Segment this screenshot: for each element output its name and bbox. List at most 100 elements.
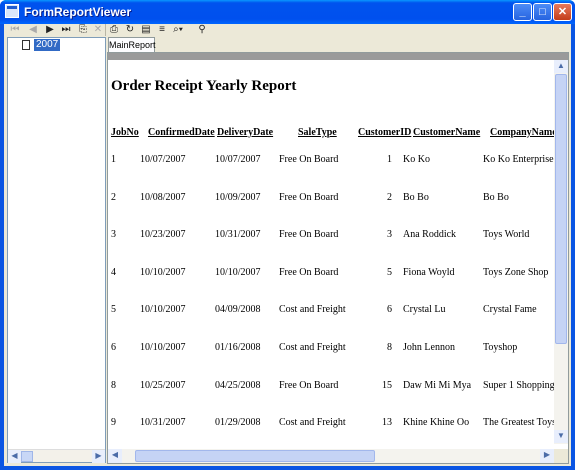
report-frame: Order Receipt Yearly Report JobNo Confir… [107,52,569,464]
cell-jobno: 6 [111,342,116,353]
cell-deliverydate: 10/31/2007 [215,229,261,241]
tree-scroll-thumb[interactable] [21,451,33,462]
toolbar-separator [105,24,106,36]
cell-customername: Bo Bo [403,191,429,203]
cell-customername: Ko Ko [403,154,430,165]
cell-saletype: Cost and Freight [279,417,346,429]
cell-customername: Khine Khine Oo [403,417,470,429]
column-header-jobno: JobNo [111,127,139,138]
cell-companyname: Toys Zone Shop [483,266,549,278]
document-icon [22,40,30,50]
cell-customerid: 5 [387,266,392,278]
cell-customerid: 13 [382,417,392,429]
cell-jobno: 2 [111,191,116,203]
cell-deliverydate: 10/10/2007 [215,266,261,278]
column-header-saletype: SaleType [298,127,337,138]
scroll-left-icon[interactable]: ◀ [8,450,21,463]
cell-customerid: 3 [387,229,392,241]
column-header-customername: CustomerName [413,127,481,138]
column-header-deliverydate: DeliveryDate [217,127,274,138]
report-horizontal-scrollbar[interactable]: ◀ ▶ [108,449,554,463]
cell-jobno: 8 [111,379,116,391]
print-layout-icon[interactable]: ▤ [139,24,153,36]
cell-saletype: Cost and Freight [279,342,346,353]
cell-deliverydate: 04/25/2008 [215,379,261,391]
cell-jobno: 3 [111,229,116,241]
cell-saletype: Cost and Freight [279,304,346,316]
close-button[interactable]: ✕ [553,3,572,21]
zoom-icon[interactable]: ⌕▾ [171,24,185,36]
cell-saletype: Free On Board [279,379,339,391]
cell-customerid: 15 [382,379,392,391]
toolbar: ⏮ ◀ ▶ ⏭ ⎘ ✕ ⎙ ↻ ▤ ≡ ⌕▾ ⚲ [4,24,571,36]
column-header-companyname: CompanyName [490,127,554,138]
cell-customerid: 6 [387,304,392,316]
scroll-down-icon[interactable]: ▼ [554,430,568,443]
cell-deliverydate: 01/29/2008 [215,417,261,429]
cell-jobno: 4 [111,266,116,278]
cell-confirmeddate: 10/25/2007 [140,379,186,391]
previous-page-icon[interactable]: ◀ [26,24,40,36]
scroll-left-icon[interactable]: ◀ [108,449,122,463]
last-page-icon[interactable]: ⏭ [59,24,73,36]
next-page-icon[interactable]: ▶ [43,24,57,36]
cell-jobno: 9 [111,417,116,429]
scroll-right-icon[interactable]: ▶ [92,450,105,463]
cell-companyname: Toys World [483,229,530,241]
cell-customername: Ana Roddick [403,229,457,241]
cell-jobno: 5 [111,304,116,316]
cell-customername: John Lennon [403,342,455,353]
tree-item-label: 2007 [34,39,61,51]
column-header-confirmeddate: ConfirmedDate [148,127,215,138]
report-title: Order Receipt Yearly Report [111,78,297,94]
cell-confirmeddate: 10/23/2007 [140,229,186,241]
cell-saletype: Free On Board [279,154,339,165]
window-frame: FormReportViewer _ □ ✕ ⏮ ◀ ▶ ⏭ ⎘ ✕ ⎙ ↻ ▤… [0,0,575,470]
window-title: FormReportViewer [24,5,132,19]
report-header-bar [108,53,568,60]
cell-confirmeddate: 10/10/2007 [140,304,186,316]
scroll-up-icon[interactable]: ▲ [554,60,568,73]
first-page-icon[interactable]: ⏮ [8,24,22,36]
cell-confirmeddate: 10/08/2007 [140,191,186,203]
group-tree-pane[interactable]: 2007 ◀ ▶ [7,37,106,463]
report-vertical-scrollbar[interactable]: ▲ ▼ [554,60,568,444]
cell-companyname: Crystal Fame [483,304,537,316]
cell-deliverydate: 10/09/2007 [215,191,261,203]
cell-companyname: Toyshop [483,342,518,353]
cell-companyname: The Greatest Toys [483,417,554,429]
cell-customerid: 8 [387,342,392,353]
cell-deliverydate: 01/16/2008 [215,342,261,353]
scroll-right-icon[interactable]: ▶ [540,449,554,463]
cell-customername: Crystal Lu [403,304,446,316]
cell-companyname: Super 1 Shopping [483,379,554,391]
maximize-button[interactable]: □ [533,3,552,21]
cell-confirmeddate: 10/10/2007 [140,342,186,353]
cell-customername: Daw Mi Mi Mya [403,379,472,391]
refresh-icon[interactable]: ↻ [123,24,137,36]
stop-icon[interactable]: ✕ [91,24,105,36]
title-bar[interactable]: FormReportViewer _ □ ✕ [0,0,575,24]
cell-jobno: 1 [111,154,116,165]
report-page: Order Receipt Yearly Report JobNo Confir… [108,60,554,444]
cell-saletype: Free On Board [279,266,339,278]
cell-customername: Fiona Woyld [403,266,455,278]
export-icon[interactable]: ⎘ [76,24,90,36]
cell-confirmeddate: 10/31/2007 [140,417,186,429]
group-tree-icon[interactable]: ≡ [155,24,169,36]
cell-deliverydate: 04/09/2008 [215,304,261,316]
find-icon[interactable]: ⚲ [195,24,209,36]
tab-mainreport[interactable]: MainReport [108,37,156,52]
column-header-customerid: CustomerID [358,127,412,138]
print-icon[interactable]: ⎙ [107,24,121,36]
vertical-scroll-thumb[interactable] [555,74,567,344]
minimize-button[interactable]: _ [513,3,532,21]
tree-horizontal-scrollbar[interactable]: ◀ ▶ [8,449,105,463]
client-area: ⏮ ◀ ▶ ⏭ ⎘ ✕ ⎙ ↻ ▤ ≡ ⌕▾ ⚲ 2007 ◀ ▶ MainRe… [4,24,571,466]
horizontal-scroll-thumb[interactable] [135,450,375,462]
cell-confirmeddate: 10/07/2007 [140,154,186,165]
scrollbar-corner [554,449,568,463]
app-icon [5,4,19,18]
cell-customerid: 2 [387,191,392,203]
cell-confirmeddate: 10/10/2007 [140,266,186,278]
